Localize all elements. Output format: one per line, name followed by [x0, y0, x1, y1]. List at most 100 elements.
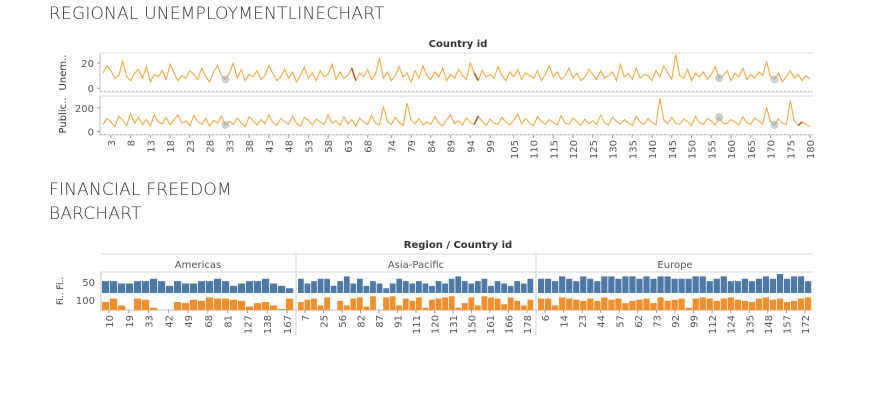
- x-tick-label: 180: [806, 140, 817, 159]
- bar-x-tick-label: 56: [338, 315, 349, 328]
- bar-orange: [527, 299, 534, 310]
- bar-x-tick-label: 112: [708, 315, 719, 334]
- bar-orange: [448, 296, 455, 310]
- bar-orange: [643, 298, 650, 310]
- bar-blue: [402, 281, 409, 293]
- accent-segment: [797, 121, 803, 127]
- bar-blue: [337, 281, 344, 293]
- bar-orange: [254, 303, 262, 310]
- bar-orange: [488, 297, 494, 310]
- bar-blue: [545, 278, 552, 293]
- y-tick-label: 0: [88, 127, 94, 138]
- highlight-marker: [715, 74, 724, 83]
- bar-blue: [343, 276, 350, 293]
- bar-blue: [587, 278, 594, 293]
- x-tick-label: 18: [166, 140, 177, 153]
- x-tick-label: 120: [569, 140, 580, 159]
- bar-blue: [389, 283, 396, 293]
- highlight-marker: [770, 120, 779, 129]
- bar-x-tick-label: 10: [105, 315, 116, 328]
- bar-x-tick-label: 7: [301, 315, 312, 321]
- bar-blue: [262, 278, 270, 293]
- bar-chart-area: Fi.. Fi.. 50 100 Americas 10 19 33 42 49 68 81 127 1…: [56, 253, 813, 335]
- bar-blue: [520, 283, 527, 293]
- bar-orange: [230, 299, 238, 310]
- bar-orange: [402, 298, 409, 310]
- bar-orange: [741, 300, 748, 310]
- bar-x-tick-label: 49: [184, 315, 195, 328]
- bar-blue: [330, 285, 337, 293]
- x-tick-label: 94: [466, 140, 477, 153]
- x-tick-label: 140: [648, 140, 659, 159]
- bar-blue: [102, 281, 110, 293]
- bar-x-tick-label: 127: [243, 315, 254, 334]
- bar-x-tick-label: 19: [125, 315, 136, 328]
- bar-blue: [514, 281, 521, 293]
- bar-orange: [692, 298, 699, 310]
- bar-blue: [254, 281, 262, 293]
- bar-x-tick-label: 135: [745, 315, 756, 334]
- bar-blue: [126, 283, 134, 293]
- bar-x-tick-label: 157: [782, 315, 793, 334]
- bar-orange: [514, 300, 521, 310]
- bar-x-tick-label: 73: [652, 315, 663, 328]
- x-tick-label: 89: [447, 140, 458, 153]
- bar-blue: [664, 276, 671, 293]
- x-tick-label: 53: [304, 140, 315, 153]
- bar-blue: [230, 285, 238, 293]
- region-label: Americas: [175, 260, 221, 271]
- x-tick-label: 58: [324, 140, 335, 153]
- x-tick-label: 105: [510, 140, 521, 159]
- bar-blue: [566, 278, 573, 293]
- bar-orange: [370, 296, 376, 310]
- bar-x-tick-label: 124: [727, 315, 738, 334]
- bar-blue: [214, 278, 222, 293]
- bar-x-tick-label: 178: [523, 315, 534, 334]
- bar-orange: [608, 299, 615, 310]
- x-tick-label: 115: [549, 140, 560, 159]
- bar-blue: [671, 278, 678, 293]
- bar-blue: [311, 281, 317, 293]
- x-tick-label: 175: [786, 140, 797, 159]
- bar-blue: [636, 278, 643, 293]
- bar-orange: [615, 298, 622, 310]
- bar-orange: [734, 299, 741, 310]
- bar-orange: [566, 298, 573, 310]
- bar-x-tick-label: 57: [615, 315, 626, 328]
- highlight-marker: [715, 113, 724, 122]
- bar-orange: [150, 307, 158, 310]
- bar-orange: [174, 302, 182, 310]
- bar-blue: [720, 276, 727, 293]
- region-label: Asia-Pacific: [388, 260, 444, 271]
- bar-blue: [442, 283, 448, 293]
- bar-x-tick-label: 172: [801, 315, 812, 334]
- highlight-marker: [770, 75, 779, 84]
- bar-orange: [783, 302, 791, 310]
- bar-orange: [748, 302, 755, 310]
- x-tick-label: 33: [225, 140, 236, 153]
- bar-orange: [389, 296, 396, 310]
- bar-blue: [481, 278, 488, 293]
- bar-x-tick-label: 167: [283, 315, 294, 334]
- bar-x-tick-label: 25: [320, 315, 331, 328]
- bar-blue: [286, 288, 294, 293]
- bar-blue: [657, 276, 664, 293]
- x-tick-label: 8: [127, 140, 138, 146]
- bar-blue: [594, 281, 601, 293]
- x-tick-label: 99: [486, 140, 497, 153]
- bar-x-tick-label: 148: [764, 315, 775, 334]
- bar-blue: [317, 278, 324, 293]
- bar-orange: [727, 297, 734, 310]
- bar-orange: [468, 297, 475, 310]
- bar-blue: [422, 283, 429, 293]
- bar-blue: [298, 278, 304, 293]
- bar-orange: [657, 297, 664, 310]
- y-tick-label: 200: [75, 104, 94, 115]
- bar-blue: [448, 278, 455, 293]
- bar-orange: [629, 300, 636, 310]
- bar-x-tick-label: 161: [486, 315, 497, 334]
- x-tick-label: 150: [688, 140, 699, 159]
- bar-blue: [357, 278, 363, 293]
- bar-orange: [142, 299, 150, 310]
- bar-blue: [376, 283, 383, 293]
